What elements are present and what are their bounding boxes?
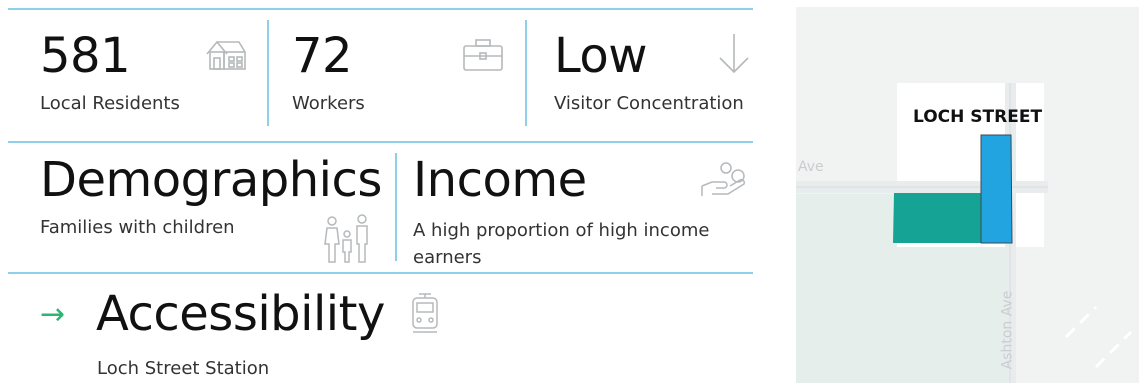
divider-v2 — [525, 20, 527, 126]
station-name: Loch Street Station — [97, 358, 270, 379]
divider-v1 — [267, 20, 269, 126]
income-title: Income — [413, 152, 587, 208]
residents-label: Local Residents — [40, 93, 180, 114]
divider-v3 — [395, 153, 397, 261]
accessibility-arrow: → — [40, 297, 66, 332]
house-icon — [205, 38, 247, 72]
train-icon — [409, 292, 441, 336]
site-map[interactable]: LOCH STREET Ave Ashton Ave — [796, 7, 1139, 383]
map-street-west: Ave — [798, 159, 824, 175]
income-desc: A high proportion of high income earners — [413, 220, 710, 268]
residents-value: 581 — [40, 28, 131, 84]
workers-value: 72 — [292, 28, 353, 84]
hand-coins-icon — [700, 160, 748, 200]
family-icon — [322, 213, 372, 265]
map-site-label: LOCH STREET — [913, 107, 1043, 127]
visitors-label: Visitor Concentration — [554, 93, 744, 114]
arrow-down-icon — [716, 32, 752, 76]
blue-block — [980, 134, 1013, 244]
demographics-desc: Families with children — [40, 217, 235, 238]
briefcase-icon — [462, 38, 504, 72]
divider-row1 — [8, 141, 753, 143]
visitors-value: Low — [554, 28, 648, 84]
accessibility-title: Accessibility — [96, 286, 385, 342]
divider-top — [8, 8, 753, 10]
workers-label: Workers — [292, 93, 365, 114]
divider-row2 — [8, 272, 753, 274]
demographics-title: Demographics — [40, 152, 382, 208]
map-street-south: Ashton Ave — [999, 290, 1016, 370]
